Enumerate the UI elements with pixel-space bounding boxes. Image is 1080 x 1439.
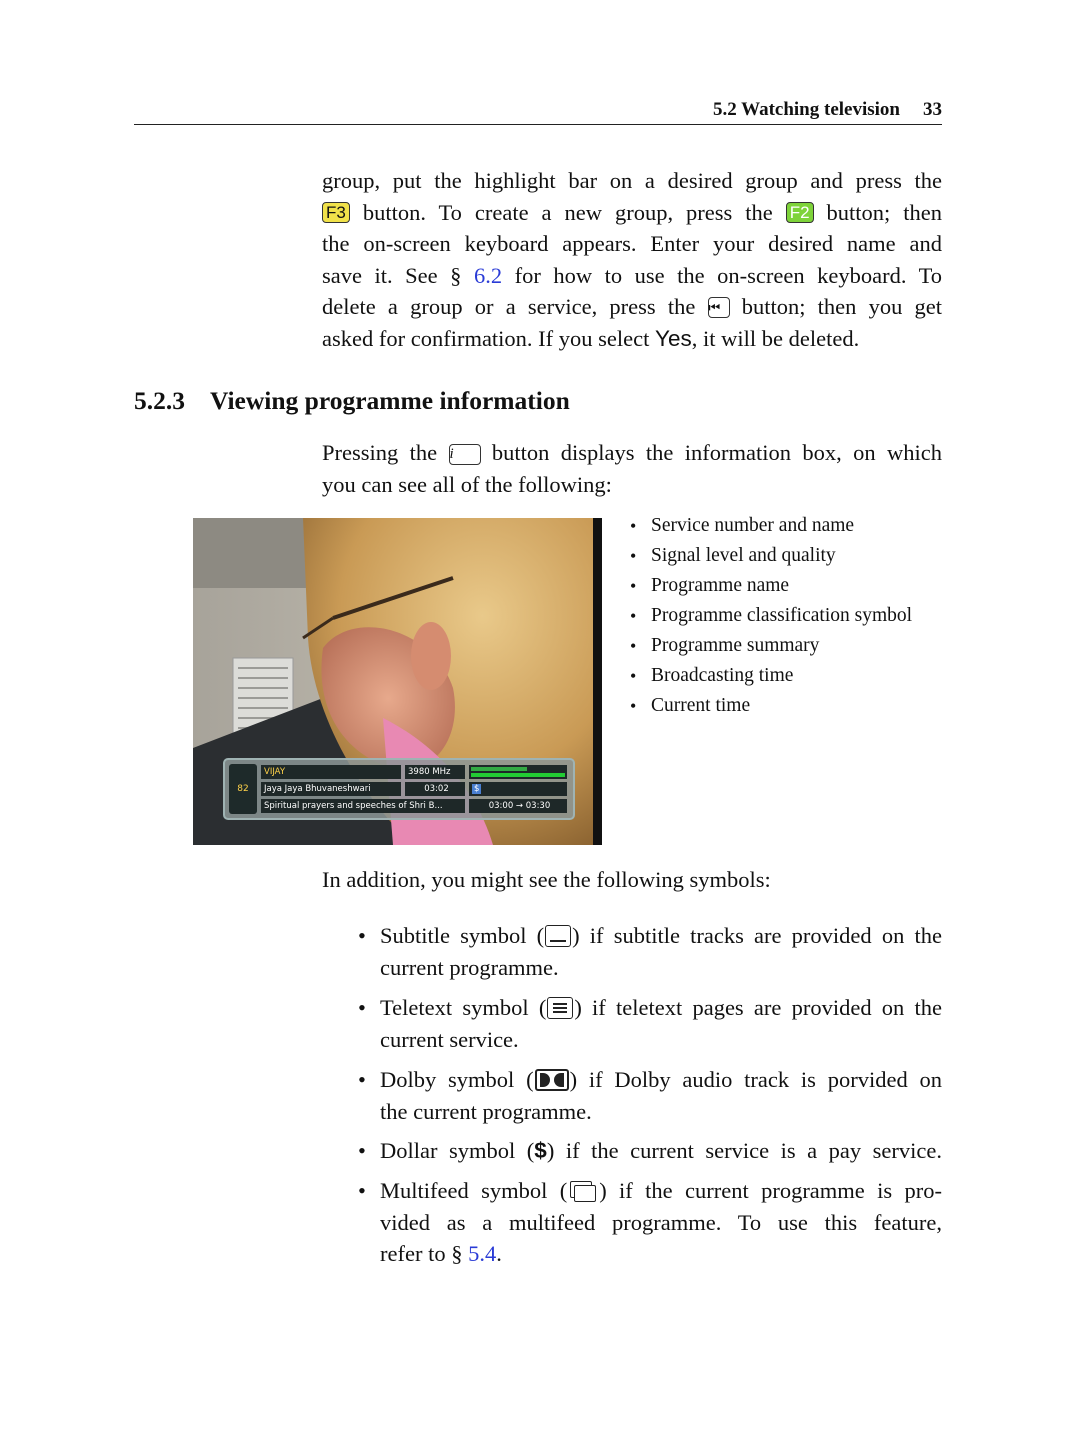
dollar-icon: $ <box>534 1138 547 1163</box>
symbol-item-teletext: • Teletext symbol () if teletext pages a… <box>358 995 943 1052</box>
addition-paragraph: In addition, you might see the following… <box>322 867 771 892</box>
osd-service-name: VIJAY <box>261 765 401 779</box>
symbol-item-dolby: • Dolby symbol () if Dolby audio track i… <box>358 1067 942 1124</box>
header-section-title: 5.2 Watching television <box>712 99 900 120</box>
multifeed-icon <box>568 1180 598 1202</box>
teletext-icon <box>547 997 574 1019</box>
subtitle-icon <box>545 925 572 947</box>
osd-programme-name: Jaya Jaya Bhuvaneshwari <box>261 782 401 796</box>
osd-current-time: 03:02 <box>405 782 465 796</box>
intro-line-6: asked for confirmation. If you select Ye… <box>322 325 860 351</box>
intro-line-1: group, put the highlight bar on a desire… <box>322 168 942 193</box>
list-item: Programme name <box>630 571 912 601</box>
list-item: Current time <box>630 691 912 721</box>
intro-paragraph: group, put the highlight bar on a desire… <box>322 165 942 355</box>
ref-6-2-link[interactable]: 6.2 <box>474 263 502 288</box>
skip-back-key-icon: ⏮ <box>707 297 730 319</box>
info-line-2: you can see all of the following: <box>322 471 612 497</box>
signal-quality-bar <box>471 773 565 777</box>
osd-service-number: 82 <box>229 764 257 814</box>
info-box-osd: 82 VIJAY 3980 MHz Jaya Jaya Bhuvaneshwar… <box>223 758 575 820</box>
symbol-item-multifeed: • Multifeed symbol () if the current pro… <box>358 1178 942 1267</box>
info-line-1: Pressing the i button displays the infor… <box>322 440 943 465</box>
osd-dollar-icon: $ <box>472 784 482 794</box>
symbol-item-dollar: • Dollar symbol ($) if the current servi… <box>358 1138 942 1163</box>
f3-key-icon: F3 <box>322 201 350 223</box>
running-header: 5.2 Watching television 33 <box>134 96 942 125</box>
list-item: Broadcasting time <box>630 661 912 691</box>
section-title: Viewing programme information <box>210 386 570 415</box>
info-paragraph: Pressing the i button displays the infor… <box>322 437 942 500</box>
intro-line-5: delete a group or a service, press the ⏮… <box>322 294 943 320</box>
info-key-icon: i <box>448 444 481 465</box>
tv-screenshot: 82 VIJAY 3980 MHz Jaya Jaya Bhuvaneshwar… <box>193 518 602 845</box>
yes-option-text: Yes <box>655 325 692 351</box>
list-item: Programme summary <box>630 631 912 661</box>
list-item: Service number and name <box>630 511 912 541</box>
symbol-item-subtitle: • Subtitle symbol () if subtitle tracks … <box>358 923 942 980</box>
ref-5-4-link[interactable]: 5.4 <box>468 1241 496 1266</box>
intro-line-4: save it. See § 6.2 for how to use the on… <box>322 262 943 288</box>
section-heading: 5.2.3 Viewing programme information <box>134 386 570 416</box>
intro-line-2: F3 button. To create a new group, press … <box>322 197 942 229</box>
section-number: 5.2.3 <box>134 386 185 415</box>
osd-broadcast-time: 03:00 → 03:30 <box>469 799 567 813</box>
intro-line-3: the on-screen keyboard appears. Enter yo… <box>322 231 942 257</box>
list-item: Programme classification symbol <box>630 601 912 631</box>
osd-frequency: 3980 MHz <box>405 765 465 779</box>
osd-summary: Spiritual prayers and speeches of Shri B… <box>261 799 465 813</box>
osd-symbols: $ <box>469 782 567 796</box>
page-number: 33 <box>923 99 942 120</box>
f2-key-icon: F2 <box>785 201 814 223</box>
list-item: Signal level and quality <box>630 541 912 571</box>
signal-level-bar <box>471 767 528 771</box>
info-items-list: Service number and name Signal level and… <box>630 511 912 721</box>
osd-signal-bars <box>469 765 567 779</box>
dolby-icon <box>534 1069 569 1091</box>
